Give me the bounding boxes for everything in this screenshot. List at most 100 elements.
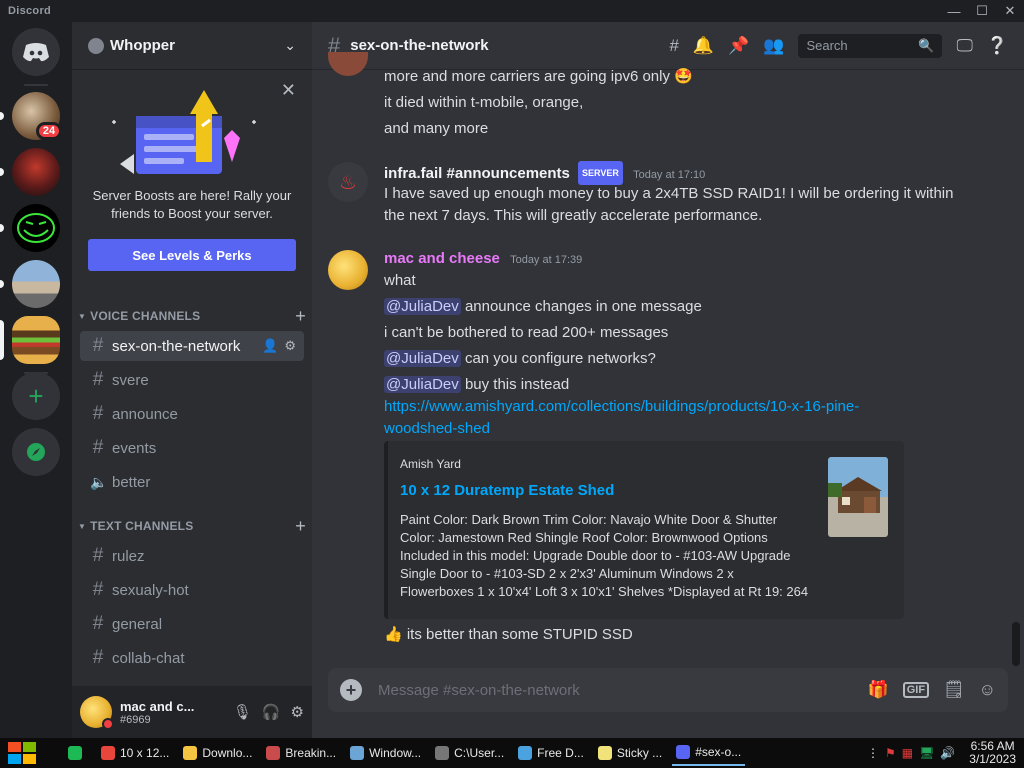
message-text: @JuliaDev can you configure networks? [384, 348, 656, 370]
create-channel-icon[interactable]: + [295, 516, 306, 537]
avatar[interactable]: ♨ [328, 162, 368, 202]
channel-events[interactable]: # events [80, 433, 304, 463]
gift-icon[interactable]: 🎁 [868, 680, 889, 700]
minimize-icon[interactable]: — [940, 0, 968, 22]
taskbar-app[interactable]: #sex-o... [672, 740, 746, 766]
taskbar-label: Downlo... [202, 746, 253, 760]
hash-icon: # [92, 403, 104, 424]
member-list-icon[interactable]: 👥 [763, 36, 784, 56]
gear-icon[interactable]: ⚙ [284, 338, 296, 354]
hash-icon: # [92, 613, 104, 634]
channel-general[interactable]: # general [80, 609, 304, 639]
explore-servers-button[interactable] [12, 428, 60, 476]
category-label: VOICE CHANNELS [90, 309, 201, 323]
emoji-icon[interactable]: ☺ [979, 680, 996, 700]
close-icon[interactable]: ✕ [281, 80, 296, 101]
server-header[interactable]: Whopper ⌄ [72, 22, 312, 70]
channel-announce[interactable]: # announce [80, 399, 304, 429]
user-mention[interactable]: @JuliaDev [384, 350, 461, 367]
chat-area: # sex-on-the-network # 🔔 📌 👥 Search 🔍 🖵 … [312, 22, 1024, 738]
search-input[interactable]: Search 🔍 [798, 33, 943, 58]
network-icon[interactable]: 🖥 [919, 746, 934, 760]
taskbar-app[interactable]: Free D... [514, 740, 588, 766]
message-link[interactable]: https://www.amishyard.com/collections/bu… [384, 396, 859, 418]
message-author[interactable]: infra.fail #announcements [384, 165, 570, 182]
tray-app-icon[interactable]: ▦ [902, 746, 913, 760]
search-icon: 🔍 [918, 37, 935, 53]
message-link[interactable]: woodshed-shed [384, 418, 490, 440]
add-member-icon[interactable]: 👤 [262, 338, 278, 354]
channel-label: rulez [112, 547, 145, 565]
avatar[interactable] [80, 696, 114, 730]
boost-illustration [112, 90, 256, 174]
gear-icon[interactable]: ⚙ [291, 703, 304, 721]
server-icon[interactable] [12, 204, 60, 252]
taskbar-app[interactable] [64, 740, 91, 766]
app-icon [266, 746, 281, 760]
inbox-icon[interactable]: 🖵 [956, 36, 972, 56]
message-author[interactable]: mac and cheese [384, 250, 500, 267]
message-timestamp: Today at 17:39 [510, 254, 583, 266]
taskbar-app[interactable]: Downlo... [179, 740, 256, 766]
microphone-icon[interactable]: 🎙 [233, 703, 252, 721]
create-channel-icon[interactable]: + [295, 306, 306, 327]
taskbar-app[interactable]: C:\User... [431, 740, 508, 766]
hash-icon: # [92, 545, 104, 566]
overflow-icon[interactable]: ⋮ [867, 746, 879, 760]
channel-label: svere [112, 371, 149, 389]
maximize-icon[interactable]: ☐ [968, 0, 996, 22]
bell-icon[interactable]: 🔔 [693, 36, 714, 56]
server-icon-whopper[interactable] [12, 316, 60, 364]
add-server-button[interactable]: + [12, 372, 60, 420]
volume-icon[interactable]: 🔊 [940, 746, 955, 760]
message-input[interactable] [378, 681, 868, 699]
sticker-icon[interactable]: 🗒 [943, 680, 965, 700]
message-text: 👍 its better than some STUPID SSD [384, 626, 633, 643]
embed-provider[interactable]: Amish Yard [400, 457, 461, 471]
see-levels-perks-button[interactable]: See Levels & Perks [88, 239, 296, 271]
channel-rulez[interactable]: # rulez [80, 541, 304, 571]
server-icon[interactable] [12, 260, 60, 308]
start-button[interactable] [0, 738, 44, 768]
channel-sex-on-the-network[interactable]: # sex-on-the-network 👤 ⚙ [80, 331, 304, 361]
embed-desc-line: Flowerboxes 1 x 10'x4' Loft 3 x 10'x1' S… [400, 584, 809, 599]
shed-image [828, 457, 888, 537]
embed-title[interactable]: 10 x 12 Duratemp Estate Shed [400, 482, 614, 499]
taskbar-label: Sticky ... [616, 746, 663, 760]
app-icon [350, 746, 365, 760]
boost-card: ✕ Server Boosts are here! Rally your fri… [72, 70, 312, 271]
embed-thumbnail[interactable] [828, 457, 888, 537]
taskbar-label: Free D... [537, 746, 584, 760]
hash-icon: # [92, 647, 104, 668]
user-mention[interactable]: @JuliaDev [384, 376, 461, 393]
pin-icon[interactable]: 📌 [728, 36, 749, 56]
channel-sexualy-hot[interactable]: # sexualy-hot [80, 575, 304, 605]
user-mention[interactable]: @JuliaDev [384, 298, 461, 315]
flag-icon[interactable]: ⚑ [885, 746, 896, 760]
taskbar-app[interactable]: 10 x 12... [97, 740, 173, 766]
avatar[interactable] [328, 52, 368, 76]
taskbar-app[interactable]: Sticky ... [594, 740, 666, 766]
category-voice-channels[interactable]: ▼ VOICE CHANNELS + [78, 306, 306, 326]
add-attachment-button[interactable]: + [340, 679, 362, 701]
close-icon[interactable]: ✕ [996, 0, 1024, 22]
discord-home-button[interactable] [12, 28, 60, 76]
avatar[interactable] [328, 250, 368, 290]
threads-icon[interactable]: # [669, 36, 678, 56]
channel-collab-chat[interactable]: # collab-chat [80, 643, 304, 673]
headphones-icon[interactable]: 🎧 [262, 703, 281, 721]
taskbar-app[interactable]: Window... [346, 740, 425, 766]
chevron-down-icon: ▼ [78, 521, 87, 531]
channel-svere[interactable]: # svere [80, 365, 304, 395]
help-icon[interactable]: ❔ [987, 36, 1008, 56]
server-icon[interactable] [12, 148, 60, 196]
link-embed: Amish Yard 10 x 12 Duratemp Estate Shed … [384, 441, 904, 619]
gif-icon[interactable]: GIF [902, 682, 930, 698]
channel-label: collab-chat [112, 649, 185, 667]
category-text-channels[interactable]: ▼ TEXT CHANNELS + [78, 516, 306, 536]
channel-better[interactable]: 🔈 better [80, 467, 304, 497]
channel-label: sex-on-the-network [112, 337, 241, 355]
clock[interactable]: 6:56 AM 3/1/2023 [969, 740, 1016, 766]
chat-scrollbar[interactable] [1012, 622, 1020, 666]
taskbar-app[interactable]: Breakin... [262, 740, 340, 766]
